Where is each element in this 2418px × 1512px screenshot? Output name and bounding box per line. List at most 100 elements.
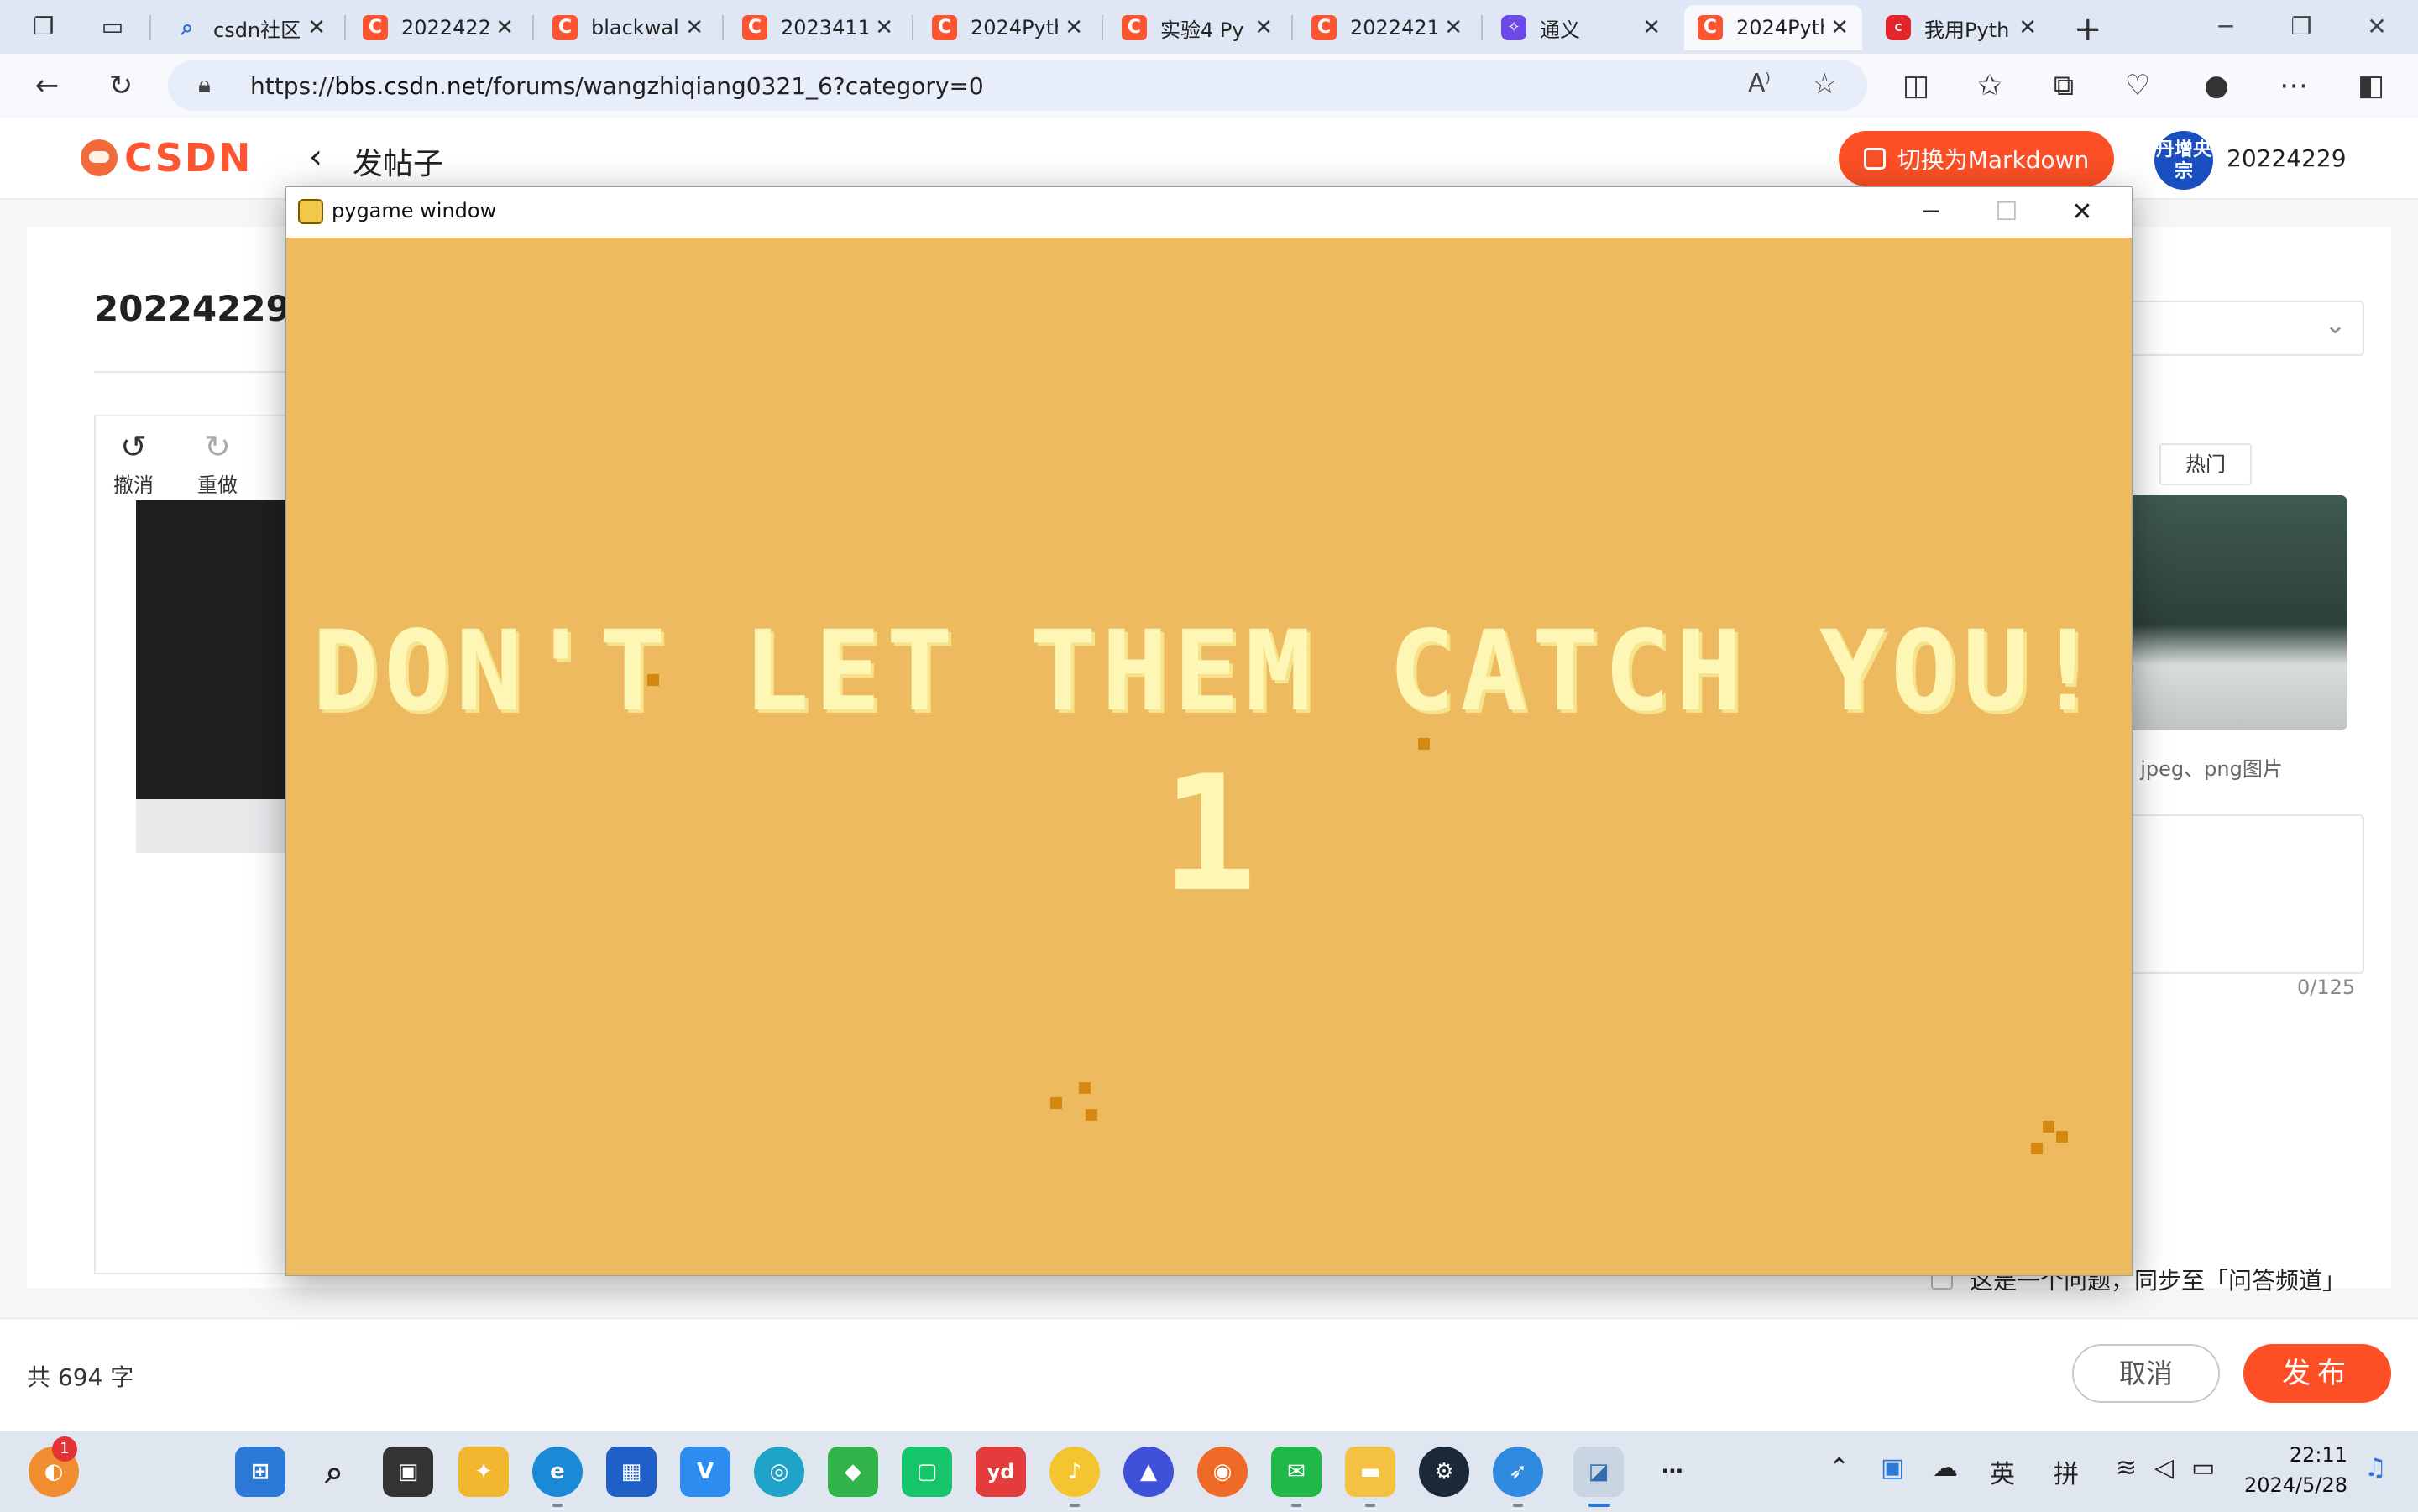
tab-close-icon[interactable]: ✕ — [1065, 15, 1083, 40]
onedrive-icon[interactable]: ☁ — [1933, 1453, 1958, 1483]
hot-tag[interactable]: 热门 — [2159, 443, 2252, 485]
publish-button[interactable]: 发布 — [2243, 1344, 2391, 1403]
browser-tab[interactable]: C 实验4 Py ✕ — [1108, 5, 1286, 50]
sidebar-toggle-icon[interactable]: ◧ — [2351, 65, 2391, 106]
edge-browser-icon[interactable]: e — [532, 1447, 583, 1497]
browser-tab[interactable]: C 2022421 ✕ — [1298, 5, 1476, 50]
browser-tab[interactable]: Cblackwall ✕ — [539, 5, 717, 50]
restore-icon[interactable]: ❐ — [2264, 8, 2339, 45]
game-canvas[interactable]: DON'T LET THEM CATCH YOU! 1 — [286, 238, 2132, 1275]
vpn-app-icon[interactable]: V — [680, 1447, 730, 1497]
battery-icon[interactable]: ▭ — [2191, 1453, 2215, 1483]
browser-tab[interactable]: ✧ 通义 ✕ — [1488, 5, 1674, 50]
csdn-logo[interactable]: CSDN — [81, 135, 252, 180]
undo-button[interactable]: ↺ 撤消 — [96, 428, 171, 498]
redo-button[interactable]: ↻ 重做 — [180, 428, 255, 498]
wechat-icon[interactable]: ✉ — [1271, 1447, 1322, 1497]
tab-close-icon[interactable]: ✕ — [1254, 15, 1273, 40]
pygame-close-icon[interactable]: ✕ — [2044, 191, 2120, 234]
tab-close-icon[interactable]: ✕ — [1444, 15, 1463, 40]
tab-close-icon[interactable]: ✕ — [1642, 15, 1661, 40]
clock-date[interactable]: 2024/5/28 — [2233, 1473, 2347, 1497]
browser-tab[interactable]: ⌕ csdn社区 ✕ — [161, 5, 339, 50]
tab-title: 2022422 — [401, 16, 489, 39]
pixel-particle — [1086, 1109, 1097, 1121]
music-app-icon[interactable]: ♪ — [1049, 1447, 1100, 1497]
cancel-button[interactable]: 取消 — [2072, 1344, 2220, 1403]
tab-close-icon[interactable]: ✕ — [2018, 15, 2037, 40]
browser-tab[interactable]: C 2022422 ✕ — [349, 5, 527, 50]
tray-chevron-up-icon[interactable]: ⌃ — [1829, 1453, 1850, 1483]
pygame-maximize-icon[interactable]: ☐ — [1969, 191, 2044, 234]
url-text[interactable]: https://bbs.csdn.net/forums/wangzhiqiang… — [250, 72, 984, 100]
split-screen-icon[interactable]: ◫ — [1896, 65, 1936, 106]
favorites-icon[interactable]: ✩ — [1970, 65, 2010, 106]
wifi-icon[interactable]: ≋ — [2116, 1453, 2137, 1483]
favorite-star-icon[interactable]: ☆ — [1812, 67, 1837, 101]
collections-icon[interactable]: ⧉ — [2044, 65, 2084, 106]
back-arrow-icon[interactable]: ← — [27, 65, 67, 106]
minimize-icon[interactable]: ─ — [2188, 8, 2264, 45]
page-title: 发帖子 — [353, 147, 444, 181]
search-icon[interactable]: ⌕ — [309, 1447, 359, 1497]
csdn-icon: C — [1886, 15, 1911, 40]
more-apps-icon[interactable]: ⋯ — [1647, 1447, 1698, 1497]
username[interactable]: 20224229 — [2227, 144, 2347, 172]
summary-textarea[interactable] — [2104, 814, 2364, 974]
workspaces-icon[interactable]: ❐ — [29, 12, 59, 42]
tab-close-icon[interactable]: ✕ — [307, 15, 326, 40]
firefox-icon[interactable]: ◉ — [1197, 1447, 1248, 1497]
tab-close-icon[interactable]: ✕ — [875, 15, 893, 40]
start-windows-icon[interactable]: ⊞ — [235, 1447, 285, 1497]
cover-image[interactable] — [2104, 495, 2347, 730]
browser-essentials-icon[interactable]: ♡ — [2117, 65, 2158, 106]
youdao-icon[interactable]: yd — [976, 1447, 1026, 1497]
avatar[interactable]: 丹增央宗 — [2154, 131, 2213, 190]
vpn-mountain-icon[interactable]: ▲ — [1123, 1447, 1174, 1497]
tab-separator — [1481, 15, 1483, 40]
new-tab-button[interactable]: + — [2074, 10, 2102, 49]
shopping-bag-icon[interactable]: ▢ — [902, 1447, 952, 1497]
category-select[interactable]: ⌄ — [2106, 301, 2364, 356]
pygame-titlebar[interactable]: pygame window ─ ☐ ✕ — [286, 187, 2132, 238]
pygame-minimize-icon[interactable]: ─ — [1893, 191, 1969, 234]
notification-bell-icon[interactable]: ♫ — [2364, 1453, 2387, 1483]
tab-title: blackwall — [591, 16, 679, 39]
tray-app-icon[interactable]: ▣ — [1881, 1453, 1904, 1483]
code-tool-icon[interactable]: ◆ — [828, 1447, 878, 1497]
more-options-icon[interactable]: ⋯ — [2274, 65, 2314, 106]
browser-tab[interactable]: C 2024Pyth ✕ — [1684, 5, 1862, 50]
address-bar[interactable]: 🔒︎ https://bbs.csdn.net/forums/wangzhiqi… — [168, 60, 1867, 111]
tab-close-icon[interactable]: ✕ — [495, 15, 514, 40]
read-aloud-icon[interactable]: A) — [1748, 69, 1771, 98]
clock-time[interactable]: 22:11 — [2255, 1443, 2347, 1467]
file-explorer-icon[interactable]: ▬ — [1345, 1447, 1395, 1497]
tab-close-icon[interactable]: ✕ — [685, 15, 704, 40]
embedded-screenshot-image[interactable] — [136, 500, 296, 803]
input-language[interactable]: 英 — [1990, 1453, 2015, 1490]
app-tiles-icon[interactable]: ✦ — [458, 1447, 509, 1497]
lock-icon[interactable]: 🔒︎ — [198, 71, 211, 99]
profile-icon[interactable]: ● — [2196, 65, 2237, 106]
browser-tab[interactable]: C 2023411 ✕ — [729, 5, 907, 50]
close-window-icon[interactable]: ✕ — [2339, 8, 2415, 45]
steam-icon[interactable]: ⚙ — [1419, 1447, 1469, 1497]
editor-body[interactable]: ↺ 撤消 ↻ 重做 — [94, 415, 312, 1274]
browser-tab[interactable]: C 我用Pyth ✕ — [1872, 5, 2050, 50]
refresh-icon[interactable]: ↻ — [101, 65, 141, 106]
microsoft-store-icon[interactable]: ▦ — [606, 1447, 657, 1497]
chevron-left-icon[interactable]: ‹ — [309, 138, 322, 176]
feather-app-icon[interactable]: ➶ — [1493, 1447, 1543, 1497]
volume-icon[interactable]: ◁ — [2154, 1453, 2174, 1483]
python-pygame-taskbar-icon[interactable]: ◪ — [1573, 1447, 1624, 1497]
tab-close-icon[interactable]: ✕ — [1830, 15, 1849, 40]
tab-title: 2024Pyth — [971, 16, 1059, 39]
input-method[interactable]: 拼 — [2054, 1453, 2079, 1490]
task-view-icon[interactable]: ▣ — [383, 1447, 433, 1497]
browser-tab[interactable]: C 2024Pyth ✕ — [919, 5, 1096, 50]
pygame-window[interactable]: pygame window ─ ☐ ✕ DON'T LET THEM CATCH… — [285, 186, 2133, 1276]
undo-label: 撤消 — [113, 473, 154, 497]
tab-actions-icon[interactable]: ▭ — [97, 12, 128, 42]
browser-app-icon[interactable]: ◎ — [754, 1447, 804, 1497]
switch-markdown-button[interactable]: 切换为Markdown — [1839, 131, 2114, 186]
